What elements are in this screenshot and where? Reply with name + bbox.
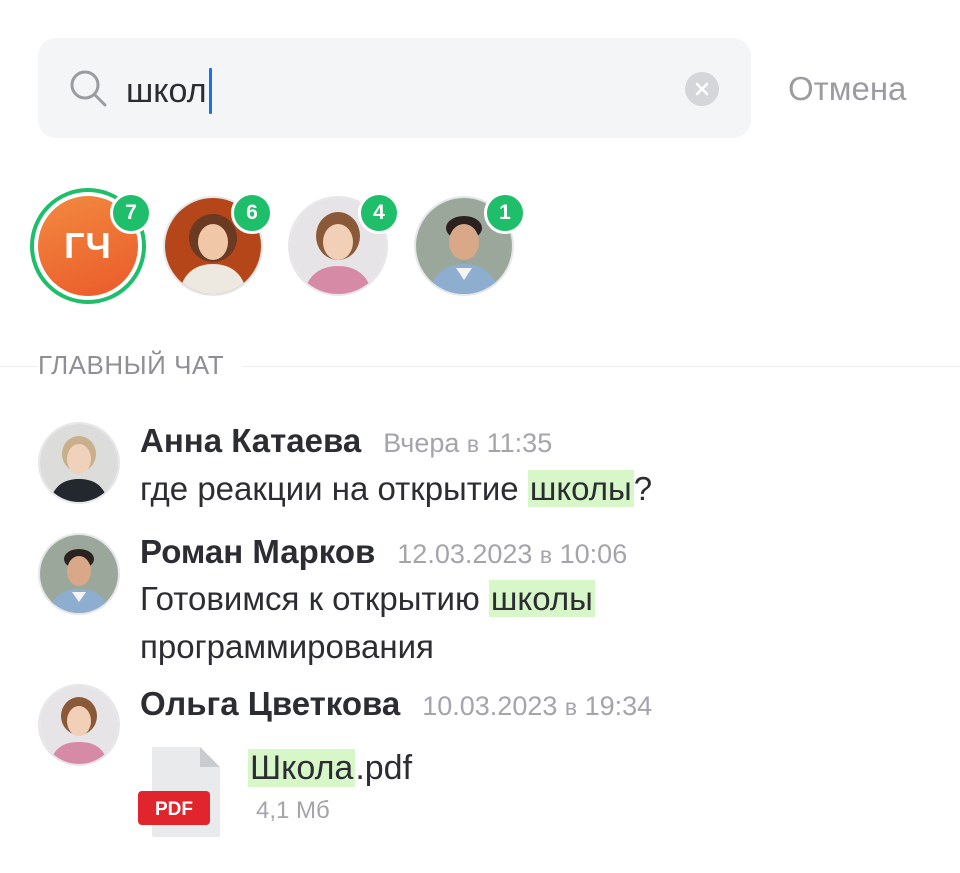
time-date: Вчера <box>383 428 467 458</box>
chat-avatars-row: ГЧ 7 6 4 1 <box>30 188 550 304</box>
text-part: программирования <box>140 628 434 665</box>
clear-search-button[interactable] <box>685 72 719 106</box>
unread-badge: 1 <box>484 192 526 234</box>
avatar <box>38 684 120 766</box>
file-name[interactable]: Школа.pdf <box>248 742 412 794</box>
search-icon <box>70 70 107 107</box>
search-match-highlight: школы <box>488 580 595 617</box>
text-part: Готовимся к открытию <box>140 580 489 617</box>
message-time: 10.03.2023 в 19:34 <box>422 691 652 722</box>
message-header: Роман Марков 12.03.2023 в 10:06 <box>140 533 627 571</box>
message-time: Вчера в 11:35 <box>383 428 552 459</box>
file-extension: .pdf <box>355 749 413 787</box>
message-header: Анна Катаева Вчера в 11:35 <box>140 422 552 460</box>
search-input[interactable]: школ <box>126 68 212 114</box>
unread-badge: 4 <box>358 192 400 234</box>
close-icon <box>695 82 709 96</box>
message-time: 12.03.2023 в 10:06 <box>397 539 627 570</box>
pdf-badge-label: PDF <box>155 799 193 820</box>
time-date: 12.03.2023 <box>397 539 540 569</box>
time-separator: в <box>466 431 480 457</box>
time-separator: в <box>539 542 553 568</box>
unread-badge: 7 <box>110 192 152 234</box>
search-match-highlight: школы <box>527 470 634 507</box>
file-size: 4,1 Мб <box>256 797 330 824</box>
time-clock: 11:35 <box>479 428 553 458</box>
author-name: Ольга Цветкова <box>140 685 401 722</box>
section-title: ГЛАВНЫЙ ЧАТ <box>38 348 243 382</box>
time-date: 10.03.2023 <box>422 691 565 721</box>
time-clock: 19:34 <box>577 691 653 721</box>
author-name: Роман Марков <box>140 533 376 570</box>
text-part: ? <box>633 470 653 507</box>
message-header: Ольга Цветкова 10.03.2023 в 19:34 <box>140 685 652 723</box>
avatar <box>38 533 120 615</box>
message-text: где реакции на открытие школы? <box>140 465 840 513</box>
pdf-file-icon[interactable]: PDF <box>138 745 222 839</box>
text-part: где реакции на открытие <box>140 470 528 507</box>
search-query: школ <box>126 72 207 110</box>
cancel-button[interactable]: Отмена <box>788 68 906 110</box>
unread-badge: 6 <box>231 192 273 234</box>
time-separator: в <box>564 694 578 720</box>
group-chat-initials: ГЧ <box>64 225 112 266</box>
text-caret <box>208 68 212 114</box>
message-text: Готовимся к открытию школы программирован… <box>140 575 840 671</box>
search-match-highlight: Школа <box>248 749 356 787</box>
author-name: Анна Катаева <box>140 422 362 459</box>
time-clock: 10:06 <box>552 539 628 569</box>
avatar <box>38 422 120 504</box>
